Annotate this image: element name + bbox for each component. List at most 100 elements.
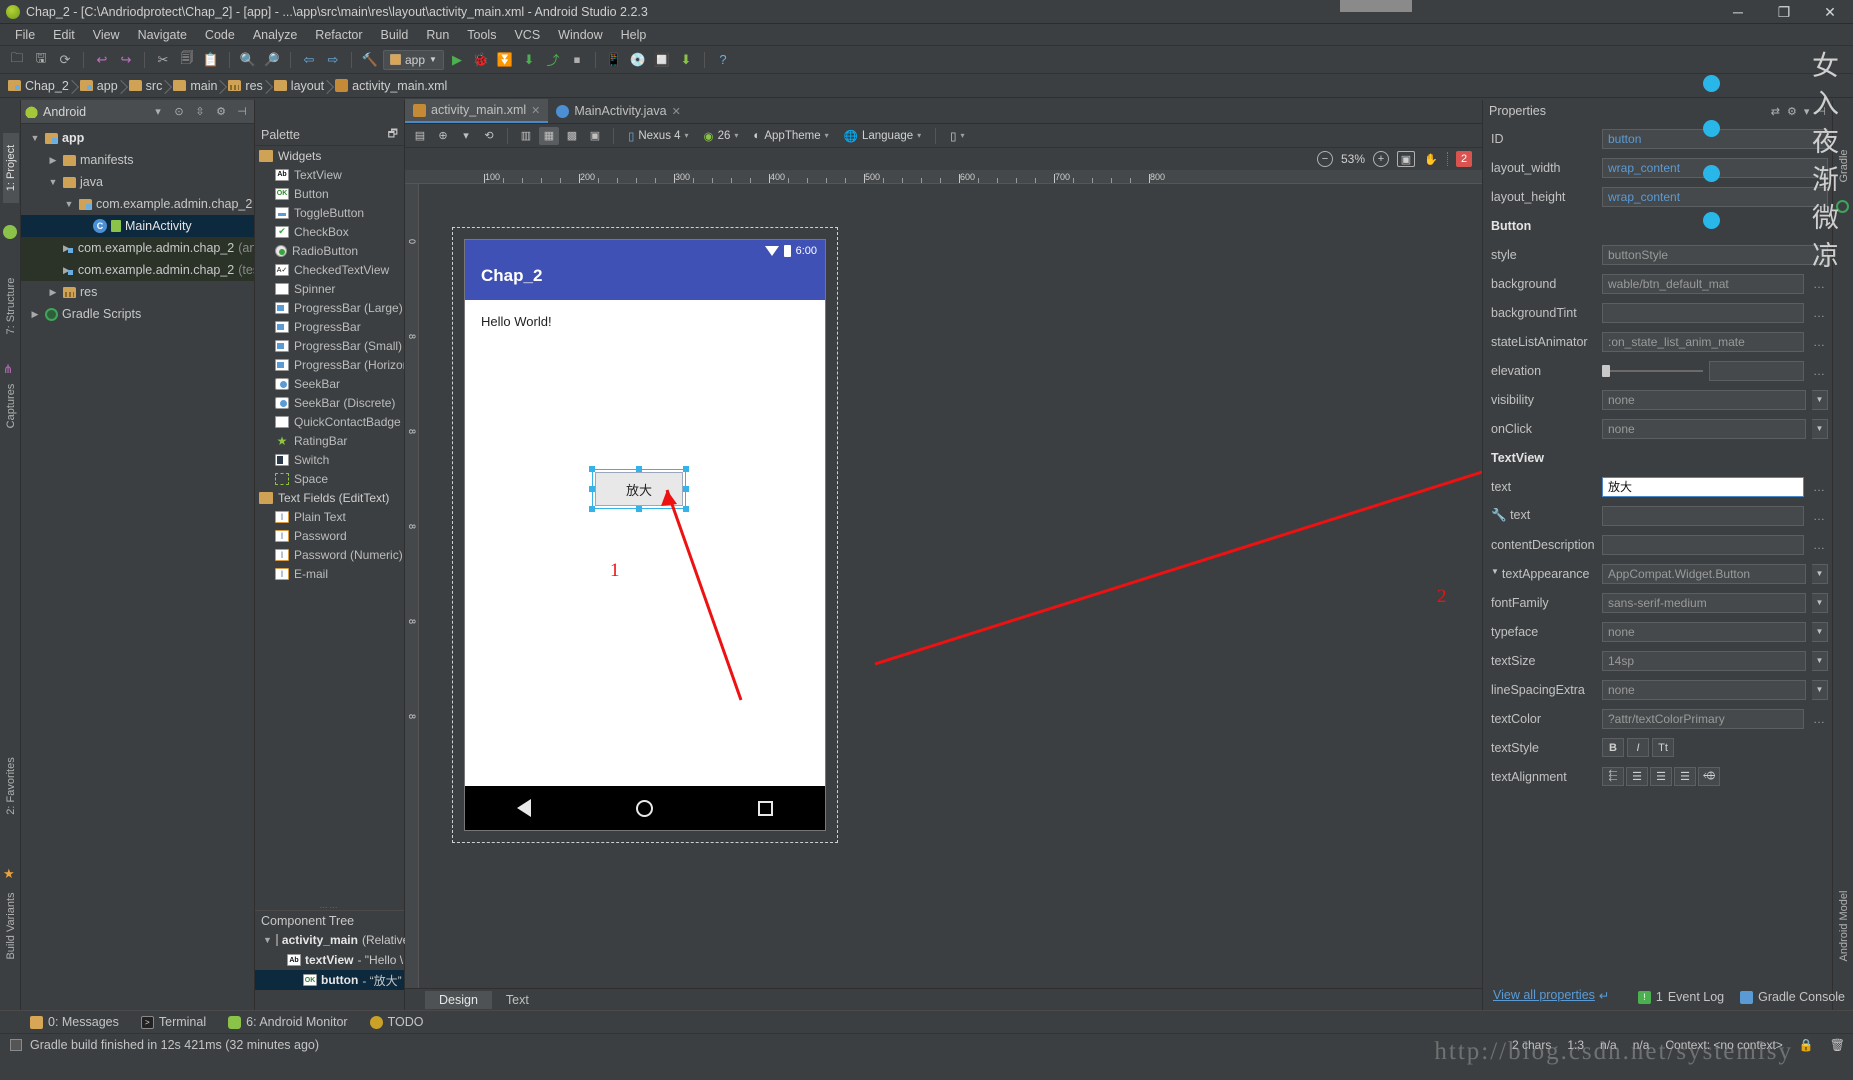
expand-arrow-icon[interactable]: ▼ <box>1491 567 1499 581</box>
property-value[interactable] <box>1709 360 1804 381</box>
gradle-console-tab[interactable]: Gradle Console <box>1740 990 1845 1004</box>
palette-item-spinner[interactable]: Spinner <box>255 279 404 298</box>
bottom-tab-android-monitor[interactable]: 6: Android Monitor <box>228 1015 348 1029</box>
tree-item-gradle-scripts[interactable]: ▶ Gradle Scripts <box>21 303 254 325</box>
expand-arrow-icon[interactable]: ▶ <box>29 309 41 320</box>
device-preview[interactable]: 6:00 Chap_2 Hello World! 放大 <box>465 240 825 830</box>
property-row-style[interactable]: style buttonStyle <box>1483 240 1832 269</box>
tree-item-res[interactable]: ▶ res <box>21 281 254 303</box>
gradle-sync-icon[interactable]: ⬇ <box>675 50 697 70</box>
sync-icon[interactable]: ⟳ <box>54 50 76 70</box>
cut-icon[interactable]: ✂ <box>152 50 174 70</box>
redo-icon[interactable]: ↪ <box>115 50 137 70</box>
palette-item-togglebutton[interactable]: ToggleButton <box>255 203 404 222</box>
search-icon[interactable]: 🔍 <box>237 50 259 70</box>
tab-design[interactable]: Design <box>425 990 492 1009</box>
palette-item-checkbox[interactable]: ✔ CheckBox <box>255 222 404 241</box>
palette-toggle-icon[interactable]: ▤ <box>410 127 430 145</box>
maximize-icon[interactable]: ❐ <box>1761 0 1807 24</box>
palette-item-progressbar-small[interactable]: ProgressBar (Small) <box>255 336 404 355</box>
breadcrumb-item-src[interactable]: src <box>125 79 170 93</box>
preview-textview[interactable]: Hello World! <box>465 300 825 343</box>
expand-arrow-icon[interactable]: ▼ <box>263 935 272 945</box>
close-icon[interactable]: ✕ <box>531 104 540 117</box>
zoom-out-icon[interactable]: − <box>1316 151 1333 167</box>
layout-inspector-icon[interactable]: 🔲 <box>651 50 673 70</box>
property-row-text-design[interactable]: 🔧 text … <box>1483 501 1832 530</box>
sdk-manager-icon[interactable]: 💿 <box>627 50 649 70</box>
debug-step-icon[interactable]: ⏬ <box>494 50 516 70</box>
property-value[interactable]: none <box>1602 389 1806 410</box>
tree-item-mainactivity[interactable]: C MainActivity <box>21 215 254 237</box>
back-icon[interactable]: ⇦ <box>298 50 320 70</box>
component-row-activity-main[interactable]: ▼ activity_main (Relative <box>255 930 409 950</box>
palette-item-checkedtextview[interactable]: A✓ CheckedTextView <box>255 260 404 279</box>
palette-item-space[interactable]: Space <box>255 469 404 488</box>
breadcrumb-item-main[interactable]: main <box>169 79 224 93</box>
align-start-icon[interactable]: ⬱ <box>1602 767 1624 786</box>
palette-item-seekbar[interactable]: SeekBar <box>255 374 404 393</box>
palette-item-textview[interactable]: Ab TextView <box>255 165 404 184</box>
property-value[interactable]: none <box>1602 621 1806 642</box>
palette-item-seekbar-discrete[interactable]: SeekBar (Discrete) <box>255 393 404 412</box>
menu-item-window[interactable]: Window <box>549 26 611 44</box>
event-log-tab[interactable]: ! 1 Event Log <box>1637 990 1724 1004</box>
elevation-slider[interactable] <box>1602 361 1703 381</box>
property-row-text-alignment[interactable]: textAlignment ⬱ ☰ ☰ ☰ ⬲ <box>1483 762 1832 791</box>
palette-item-progressbar-large[interactable]: ProgressBar (Large) <box>255 298 404 317</box>
tab-mainactivity-java[interactable]: MainActivity.java ✕ <box>548 99 688 123</box>
browse-icon[interactable]: … <box>1810 335 1828 349</box>
resize-handle-se[interactable] <box>683 506 689 512</box>
resize-handle-nw[interactable] <box>589 466 595 472</box>
palette-item-quickcontactbadge[interactable]: QuickContactBadge <box>255 412 404 431</box>
resize-handle-w[interactable] <box>589 486 595 492</box>
rail-tab-favorites[interactable]: 2: Favorites <box>5 751 17 821</box>
save-all-icon[interactable]: 🖫 <box>30 50 52 70</box>
palette-item-ratingbar[interactable]: ★ RatingBar <box>255 431 404 450</box>
palette-item-plain-text[interactable]: I Plain Text <box>255 507 404 526</box>
resize-handle-e[interactable] <box>683 486 689 492</box>
close-icon[interactable]: ✕ <box>672 105 681 118</box>
zoom-fit-icon[interactable]: ▣ <box>1397 151 1415 167</box>
breadcrumb-item-chap2[interactable]: Chap_2 <box>4 79 76 93</box>
filter-icon[interactable]: ⇄ <box>1771 105 1780 118</box>
align-right-icon[interactable]: ☰ <box>1674 767 1696 786</box>
design-mode-icon[interactable]: ▥ <box>516 127 536 145</box>
resize-handle-n[interactable] <box>636 466 642 472</box>
device-selector[interactable]: ▯ Nexus 4 ▾ <box>622 127 695 145</box>
open-folder-icon[interactable]: 🗀 <box>6 50 28 70</box>
breadcrumb-item-app[interactable]: app <box>76 79 125 93</box>
palette-item-progressbar[interactable]: ProgressBar <box>255 317 404 336</box>
property-value[interactable] <box>1602 534 1804 555</box>
issue-count-badge[interactable]: 2 <box>1456 151 1472 167</box>
tab-activity-main-xml[interactable]: activity_main.xml ✕ <box>405 99 549 123</box>
rail-tab-captures[interactable]: Captures <box>5 371 17 441</box>
chevron-down-icon[interactable]: ▼ <box>1812 650 1828 671</box>
hide-icon[interactable]: ⊣ <box>234 104 250 120</box>
lock-icon[interactable]: 🔒 <box>1799 1038 1814 1052</box>
palette-item-radiobutton[interactable]: RadioButton <box>255 241 404 260</box>
attach-debugger-icon[interactable]: ⬇ <box>518 50 540 70</box>
browse-icon[interactable]: … <box>1810 277 1828 291</box>
menu-item-build[interactable]: Build <box>372 26 418 44</box>
browse-icon[interactable]: … <box>1810 538 1828 552</box>
chevron-down-icon[interactable]: ▾ <box>150 104 166 120</box>
text-input[interactable]: 放大 <box>1602 476 1804 497</box>
menu-item-file[interactable]: File <box>6 26 44 44</box>
bottom-tab-messages[interactable]: 0: Messages <box>30 1015 119 1029</box>
palette-item-password-numeric[interactable]: I Password (Numeric) <box>255 545 404 564</box>
api-selector[interactable]: ◉ 26 ▾ <box>698 127 745 145</box>
zoom-in-icon[interactable]: + <box>1373 151 1389 167</box>
property-value[interactable]: sans-serif-medium <box>1602 592 1806 613</box>
view-all-properties-link[interactable]: View all properties <box>1493 988 1595 1002</box>
italic-button[interactable]: I <box>1627 738 1649 757</box>
property-value[interactable] <box>1602 505 1804 526</box>
breadcrumb-item-activity-main-xml[interactable]: activity_main.xml <box>331 79 454 93</box>
tree-item-java[interactable]: ▼ java <box>21 171 254 193</box>
build-hammer-icon[interactable]: 🔨 <box>359 50 381 70</box>
refresh-icon[interactable]: ⟲ <box>479 127 499 145</box>
trash-icon[interactable]: 🗑 <box>1830 1038 1845 1052</box>
run-configuration-selector[interactable]: app ▼ <box>383 49 444 70</box>
avd-manager-icon[interactable]: 📱 <box>603 50 625 70</box>
resize-handle-sw[interactable] <box>589 506 595 512</box>
